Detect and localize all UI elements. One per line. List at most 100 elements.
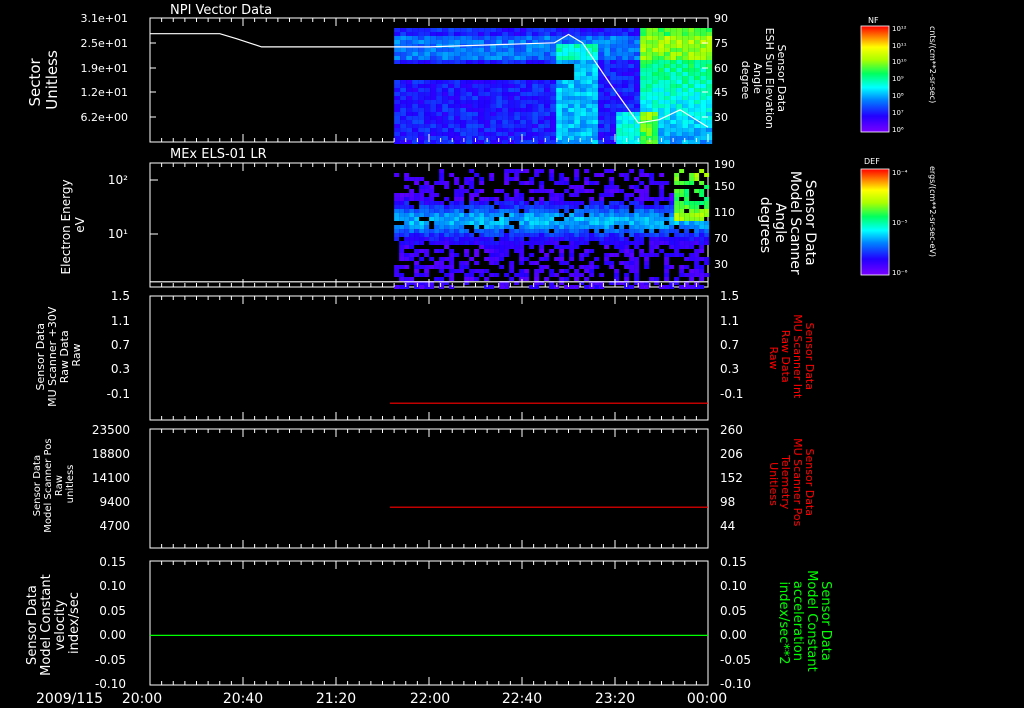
heatmap-cell xyxy=(479,205,485,209)
heatmap-cell xyxy=(589,265,595,269)
heatmap-cell xyxy=(524,217,530,221)
heatmap-cell xyxy=(430,104,437,108)
heatmap-cell xyxy=(664,100,671,104)
heatmap-cell xyxy=(469,277,475,281)
heatmap-cell xyxy=(682,68,689,72)
heatmap-cell xyxy=(434,209,440,213)
heatmap-cell xyxy=(499,249,505,253)
heatmap-cell xyxy=(604,213,610,217)
heatmap-cell xyxy=(610,116,617,120)
heatmap-cell xyxy=(394,136,401,140)
heatmap-cell xyxy=(659,213,665,217)
heatmap-cell xyxy=(624,217,630,221)
heatmap-cell xyxy=(508,112,515,116)
heatmap-cell xyxy=(700,60,707,64)
heatmap-cell xyxy=(448,32,455,36)
heatmap-cell xyxy=(464,229,470,233)
heatmap-cell xyxy=(494,201,500,205)
heatmap-cell xyxy=(508,140,515,144)
heatmap-cell xyxy=(429,185,435,189)
heatmap-cell xyxy=(454,253,460,257)
heatmap-cell xyxy=(634,28,641,32)
heatmap-cell xyxy=(412,56,419,60)
heatmap-cell xyxy=(459,225,465,229)
heatmap-cell xyxy=(568,116,575,120)
heatmap-cell xyxy=(604,169,610,173)
heatmap-cell xyxy=(489,273,495,277)
heatmap-cell xyxy=(594,217,600,221)
heatmap-cell xyxy=(640,28,647,32)
heatmap-cell xyxy=(464,205,470,209)
heatmap-cell xyxy=(434,249,440,253)
heatmap-cell xyxy=(610,120,617,124)
heatmap-cell xyxy=(394,205,400,209)
heatmap-cell xyxy=(700,64,707,68)
heatmap-cell xyxy=(508,132,515,136)
heatmap-cell xyxy=(554,229,560,233)
heatmap-cell xyxy=(654,201,660,205)
heatmap-cell xyxy=(604,56,611,60)
heatmap-cell xyxy=(574,241,580,245)
heatmap-cell xyxy=(526,128,533,132)
panel-5-rtick: 0.15 xyxy=(720,555,747,569)
heatmap-cell xyxy=(524,225,530,229)
heatmap-cell xyxy=(640,56,647,60)
heatmap-cell xyxy=(484,132,491,136)
heatmap-cell xyxy=(449,253,455,257)
heatmap-cell xyxy=(640,64,647,68)
heatmap-cell xyxy=(448,88,455,92)
heatmap-cell xyxy=(544,84,551,88)
heatmap-cell xyxy=(594,221,600,225)
heatmap-cell xyxy=(459,229,465,233)
heatmap-cell xyxy=(689,253,695,257)
heatmap-cell xyxy=(524,269,530,273)
heatmap-cell xyxy=(654,241,660,245)
heatmap-cell xyxy=(599,273,605,277)
heatmap-cell xyxy=(684,217,690,221)
panel-4-ytick: 23500 xyxy=(92,423,130,437)
heatmap-cell xyxy=(622,88,629,92)
heatmap-cell xyxy=(664,285,670,289)
heatmap-cell xyxy=(400,140,407,144)
heatmap-cell xyxy=(562,120,569,124)
heatmap-cell xyxy=(472,52,479,56)
heatmap-cell xyxy=(614,185,620,189)
heatmap-cell xyxy=(574,169,580,173)
heatmap-cell xyxy=(640,104,647,108)
heatmap-cell xyxy=(514,169,520,173)
heatmap-cell xyxy=(400,100,407,104)
heatmap-cell xyxy=(449,221,455,225)
heatmap-cell xyxy=(659,185,665,189)
heatmap-cell xyxy=(704,225,710,229)
heatmap-cell xyxy=(609,261,615,265)
heatmap-cell xyxy=(424,36,431,40)
heatmap-cell xyxy=(400,128,407,132)
heatmap-cell xyxy=(454,189,460,193)
heatmap-cell xyxy=(529,233,535,237)
heatmap-cell xyxy=(526,92,533,96)
heatmap-cell xyxy=(609,253,615,257)
heatmap-cell xyxy=(619,261,625,265)
heatmap-cell xyxy=(520,136,527,140)
heatmap-cell xyxy=(589,201,595,205)
heatmap-cell xyxy=(574,64,581,68)
heatmap-cell xyxy=(419,285,425,289)
panel-5-ylabel: Sensor Data Model Constant velocity inde… xyxy=(25,570,82,676)
heatmap-cell xyxy=(634,261,640,265)
heatmap-cell xyxy=(652,140,659,144)
heatmap-cell xyxy=(634,64,641,68)
heatmap-cell xyxy=(509,209,515,213)
heatmap-cell xyxy=(629,265,635,269)
heatmap-cell xyxy=(484,245,490,249)
heatmap-cell xyxy=(394,197,400,201)
heatmap-cell xyxy=(580,52,587,56)
heatmap-cell xyxy=(404,229,410,233)
heatmap-cell xyxy=(549,221,555,225)
colorbar-nf-units: cnts/(cm**2-sr-sec) xyxy=(928,26,937,103)
heatmap-cell xyxy=(520,96,527,100)
heatmap-cell xyxy=(592,52,599,56)
heatmap-cell xyxy=(694,249,700,253)
heatmap-cell xyxy=(670,68,677,72)
heatmap-cell xyxy=(424,285,430,289)
heatmap-cell xyxy=(622,28,629,32)
